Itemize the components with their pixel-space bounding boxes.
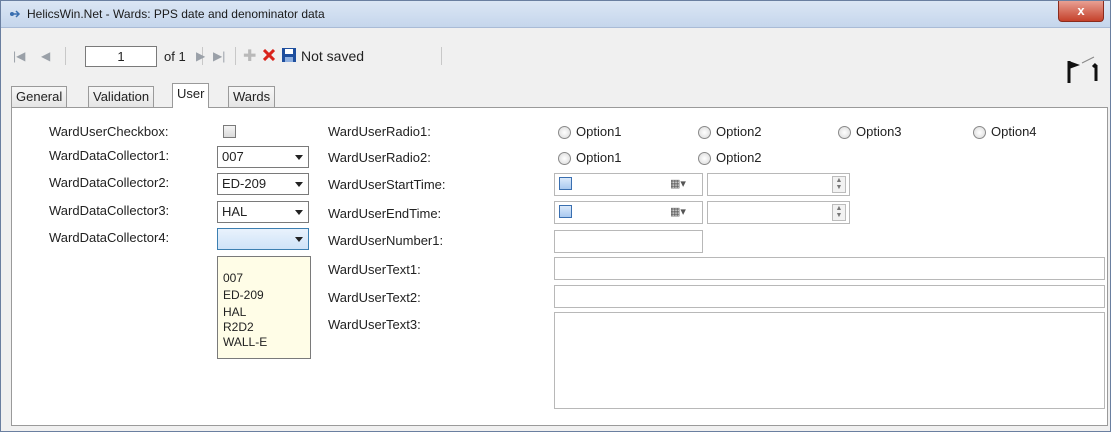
collector2-value: ED-209 [222, 176, 267, 191]
record-position-input[interactable]: 1 [85, 46, 157, 67]
collector1-value: 007 [222, 149, 244, 164]
collector4-dropdown-list: 007 ED-209 HAL R2D2 WALL-E [217, 256, 311, 359]
end-time-label: WardUserEndTime: [328, 206, 442, 221]
start-date-checkbox[interactable] [559, 177, 572, 190]
title-bar: HelicsWin.Net - Wards: PPS date and deno… [1, 1, 1110, 28]
checkbox-label: WardUserCheckbox: [49, 124, 169, 139]
text2-input[interactable] [554, 285, 1105, 308]
tab-user[interactable]: User [172, 83, 210, 108]
end-time-spinner[interactable]: ▲ ▼ [832, 204, 846, 221]
radio2-option1-label: Option1 [576, 150, 622, 165]
radio1-option2[interactable] [698, 126, 711, 139]
window-title: HelicsWin.Net - Wards: PPS date and deno… [27, 7, 325, 21]
collector3-select[interactable]: HAL [217, 201, 309, 223]
tab-wards-list[interactable]: Wards list [228, 86, 276, 124]
collector1-label: WardDataCollector1: [49, 148, 170, 163]
close-button[interactable]: x [1058, 1, 1104, 22]
chevron-down-icon [295, 182, 303, 187]
app-window: HelicsWin.Net - Wards: PPS date and deno… [0, 0, 1111, 432]
last-record-icon[interactable]: ▶| [213, 49, 225, 63]
number1-input[interactable] [554, 230, 703, 253]
radio1-option4-label: Option4 [991, 124, 1037, 139]
dropdown-option[interactable]: WALL-E [223, 335, 267, 349]
text1-input[interactable] [554, 257, 1105, 280]
radio1-option1[interactable] [558, 126, 571, 139]
start-time-label: WardUserStartTime: [328, 177, 446, 192]
collector3-value: HAL [222, 204, 248, 219]
flag-icon [1067, 56, 1098, 83]
calendar-icon[interactable]: ▦▾ [670, 177, 686, 190]
collector2-select[interactable]: ED-209 [217, 173, 309, 195]
dropdown-option[interactable]: R2D2 [223, 320, 254, 334]
collector4-label: WardDataCollector4: [49, 230, 170, 245]
dropdown-option[interactable]: 007 [223, 271, 243, 285]
radio1-option2-label: Option2 [716, 124, 762, 139]
record-count-label: of 1 [164, 49, 186, 64]
radio2-option1[interactable] [558, 152, 571, 165]
collector2-label: WardDataCollector2: [49, 175, 170, 190]
save-status: Not saved [301, 48, 365, 64]
start-time-spinner[interactable]: ▲ ▼ [832, 176, 846, 193]
chevron-down-icon [295, 210, 303, 215]
app-icon [10, 10, 21, 18]
collector3-label: WardDataCollector3: [49, 203, 170, 218]
end-date-checkbox[interactable] [559, 205, 572, 218]
add-icon[interactable]: ✚ [243, 46, 256, 66]
save-icon[interactable] [282, 48, 296, 62]
tab-general[interactable]: General [11, 86, 68, 107]
ward-user-checkbox[interactable] [223, 125, 236, 138]
chevron-down-icon [295, 237, 303, 242]
radio2-option2-label: Option2 [716, 150, 762, 165]
number1-label: WardUserNumber1: [328, 233, 444, 248]
text1-label: WardUserText1: [328, 262, 421, 277]
dropdown-option[interactable]: ED-209 [223, 288, 264, 302]
text2-label: WardUserText2: [328, 290, 421, 305]
radio1-option3[interactable] [838, 126, 851, 139]
dropdown-option[interactable]: HAL [223, 305, 246, 319]
chevron-down-icon [295, 155, 303, 160]
radio1-option4[interactable] [973, 126, 986, 139]
start-time-input[interactable] [707, 173, 850, 196]
radio1-option1-label: Option1 [576, 124, 622, 139]
first-record-icon[interactable]: |◀ [13, 49, 25, 63]
radio2-option2[interactable] [698, 152, 711, 165]
collector4-select[interactable] [217, 228, 309, 250]
next-record-icon[interactable]: ▶ [196, 49, 205, 63]
radio1-label: WardUserRadio1: [328, 124, 431, 139]
end-time-input[interactable] [707, 201, 850, 224]
radio1-option3-label: Option3 [856, 124, 902, 139]
tab-validation[interactable]: Validation [88, 86, 155, 107]
text3-textarea[interactable] [554, 312, 1105, 409]
calendar-icon[interactable]: ▦▾ [670, 205, 686, 218]
delete-icon[interactable] [263, 49, 275, 61]
radio2-label: WardUserRadio2: [328, 150, 431, 165]
text3-label: WardUserText3: [328, 317, 421, 332]
previous-record-icon[interactable]: ◀ [41, 49, 50, 63]
collector1-select[interactable]: 007 [217, 146, 309, 168]
